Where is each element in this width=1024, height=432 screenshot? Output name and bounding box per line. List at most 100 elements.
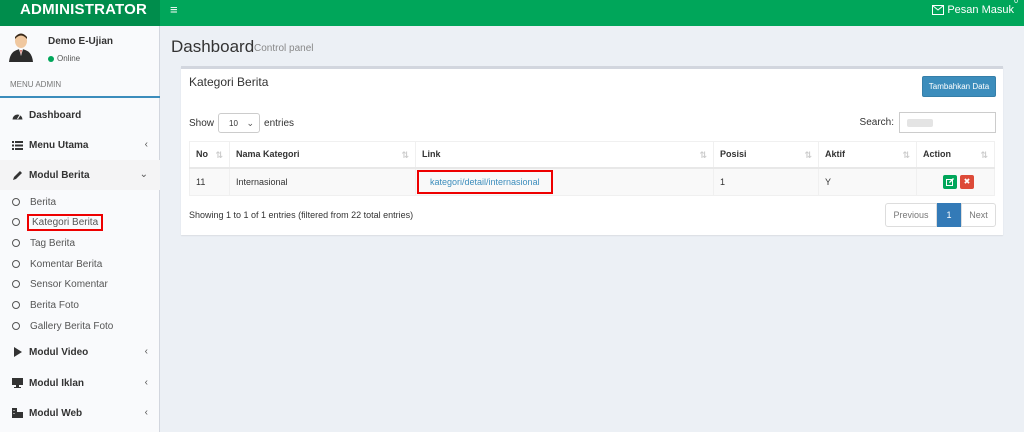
submenu-item-kategori-berita[interactable]: Kategori Berita	[0, 212, 160, 232]
user-status-label: Online	[57, 54, 81, 63]
search-label: Search:	[859, 117, 894, 128]
submenu-item-berita-foto[interactable]: Berita Foto	[0, 295, 160, 315]
sidebar-item-label: Menu Utama	[29, 139, 89, 151]
column-header-link[interactable]: Link ⇅	[415, 141, 714, 169]
sort-icon: ⇅	[902, 150, 910, 160]
delete-button[interactable]: ✖	[960, 174, 974, 189]
close-icon: ✖	[963, 177, 971, 187]
entries-label: entries	[264, 117, 295, 129]
column-header-label: Nama Kategori	[236, 149, 300, 160]
submenu-item-label: Komentar Berita	[30, 258, 103, 270]
sidebar-toggle-icon[interactable]: ≡	[170, 2, 178, 17]
circle-icon	[12, 198, 20, 206]
sidebar-item-label: Dashboard	[29, 109, 82, 121]
row-actions: ✖	[923, 174, 994, 189]
submenu-item-label: Tag Berita	[30, 237, 76, 249]
table-info: Showing 1 to 1 of 1 entries (filtered fr…	[189, 210, 414, 220]
panel-title: Kategori Berita	[189, 75, 269, 89]
submenu-item-tag-berita[interactable]: Tag Berita	[0, 233, 160, 253]
chevron-down-icon: ⌄	[139, 169, 148, 180]
dashboard-icon	[11, 110, 23, 120]
sort-asc-icon: ⇅	[215, 150, 223, 160]
circle-icon	[12, 280, 20, 288]
inbox-count-badge: 0	[1014, 0, 1018, 5]
sidebar-item-modul-video[interactable]: Modul Video ‹	[0, 337, 160, 367]
category-link[interactable]: kategori/detail/internasional	[417, 169, 553, 194]
online-status-icon	[48, 55, 54, 62]
submenu-item-label: Kategori Berita	[26, 213, 104, 231]
sidebar-item-menu-utama[interactable]: Menu Utama ‹	[0, 130, 160, 160]
submenu-item-komentar-berita[interactable]: Komentar Berita	[0, 254, 160, 274]
circle-icon	[12, 260, 20, 268]
page-1-button[interactable]: 1	[937, 203, 961, 227]
sidebar-item-label: Modul Iklan	[29, 377, 84, 389]
sidebar: Demo E-Ujian Online MENU ADMIN Dashboard…	[0, 26, 160, 432]
sort-icon: ⇅	[980, 150, 988, 160]
cell-aktif: Y	[818, 167, 917, 196]
column-header-aktif[interactable]: Aktif ⇅	[818, 141, 917, 169]
building-icon	[11, 408, 23, 418]
user-status: Online	[48, 54, 80, 63]
sidebar-item-modul-iklan[interactable]: Modul Iklan ‹	[0, 368, 160, 398]
submenu-item-label: Berita Foto	[30, 299, 79, 311]
search-input-value	[907, 119, 933, 127]
next-page-button[interactable]: Next	[961, 203, 996, 227]
column-header-label: Action	[923, 149, 951, 160]
sidebar-item-label: Modul Berita	[29, 169, 90, 181]
column-header-label: Aktif	[825, 149, 845, 160]
submenu-item-gallery-berita-foto[interactable]: Gallery Berita Foto	[0, 316, 160, 336]
pagination: Previous 1 Next	[885, 203, 996, 227]
menu-header: MENU ADMIN	[0, 74, 160, 98]
previous-page-button[interactable]: Previous	[885, 203, 937, 227]
column-header-label: Link	[422, 149, 441, 160]
sidebar-item-label: Modul Web	[29, 407, 83, 419]
inbox-link[interactable]: Pesan Masuk 0	[932, 0, 1018, 16]
sidebar-item-label: Modul Video	[29, 346, 89, 358]
column-header-posisi[interactable]: Posisi ⇅	[713, 141, 819, 169]
top-navbar: ADMINISTRATOR ≡ Pesan Masuk 0	[0, 0, 1024, 26]
search-control: Search:	[860, 112, 996, 133]
circle-icon	[12, 322, 20, 330]
sidebar-item-modul-berita[interactable]: Modul Berita ⌄	[0, 160, 160, 190]
kategori-berita-panel: Kategori Berita Tambahkan Data Show 10 ⌄…	[181, 66, 1003, 235]
chevron-left-icon: ‹	[144, 377, 148, 388]
circle-icon	[12, 218, 20, 226]
user-name: Demo E-Ujian	[48, 36, 114, 47]
brand-logo[interactable]: ADMINISTRATOR	[0, 0, 160, 26]
cell-no: 11	[189, 167, 230, 196]
sort-icon: ⇅	[699, 150, 707, 160]
monitor-icon	[11, 378, 23, 388]
table-header-row: No ⇅ Nama Kategori ⇅ Link ⇅ Posisi ⇅ Aktif ⇅ …	[189, 141, 995, 169]
table-row: 11 Internasional kategori/detail/interna…	[189, 167, 995, 196]
pencil-icon	[11, 170, 23, 180]
submenu-item-berita[interactable]: Berita	[0, 192, 160, 212]
inbox-label: Pesan Masuk	[947, 4, 1014, 16]
column-header-no[interactable]: No ⇅	[189, 141, 230, 169]
circle-icon	[12, 239, 20, 247]
cell-action: ✖	[916, 167, 995, 196]
search-input[interactable]	[899, 112, 996, 133]
page-size-select[interactable]: 10 ⌄	[218, 113, 261, 133]
kategori-table: No ⇅ Nama Kategori ⇅ Link ⇅ Posisi ⇅ Aktif ⇅ …	[189, 141, 995, 196]
list-icon	[11, 140, 23, 150]
cell-link: kategori/detail/internasional	[415, 167, 714, 196]
sidebar-item-modul-web[interactable]: Modul Web ‹	[0, 398, 160, 428]
submenu-item-label: Sensor Komentar	[30, 278, 108, 290]
page-size-value: 10	[229, 118, 238, 128]
circle-icon	[12, 301, 20, 309]
submenu-item-sensor-komentar[interactable]: Sensor Komentar	[0, 274, 160, 294]
edit-button[interactable]	[943, 174, 957, 189]
user-panel: Demo E-Ujian Online	[0, 26, 160, 70]
page-subtitle: Control panel	[254, 43, 314, 54]
page-size-control: Show 10 ⌄ entries	[189, 113, 294, 133]
sidebar-item-dashboard[interactable]: Dashboard	[0, 100, 160, 130]
avatar	[9, 33, 33, 62]
chevron-left-icon: ‹	[144, 139, 148, 150]
cell-nama-kategori: Internasional	[229, 167, 416, 196]
column-header-nama-kategori[interactable]: Nama Kategori ⇅	[229, 141, 416, 169]
chevron-down-icon: ⌄	[246, 117, 255, 128]
add-data-button[interactable]: Tambahkan Data	[922, 76, 996, 97]
column-header-action[interactable]: Action ⇅	[916, 141, 995, 169]
edit-icon	[946, 177, 954, 186]
chevron-left-icon: ‹	[144, 407, 148, 418]
